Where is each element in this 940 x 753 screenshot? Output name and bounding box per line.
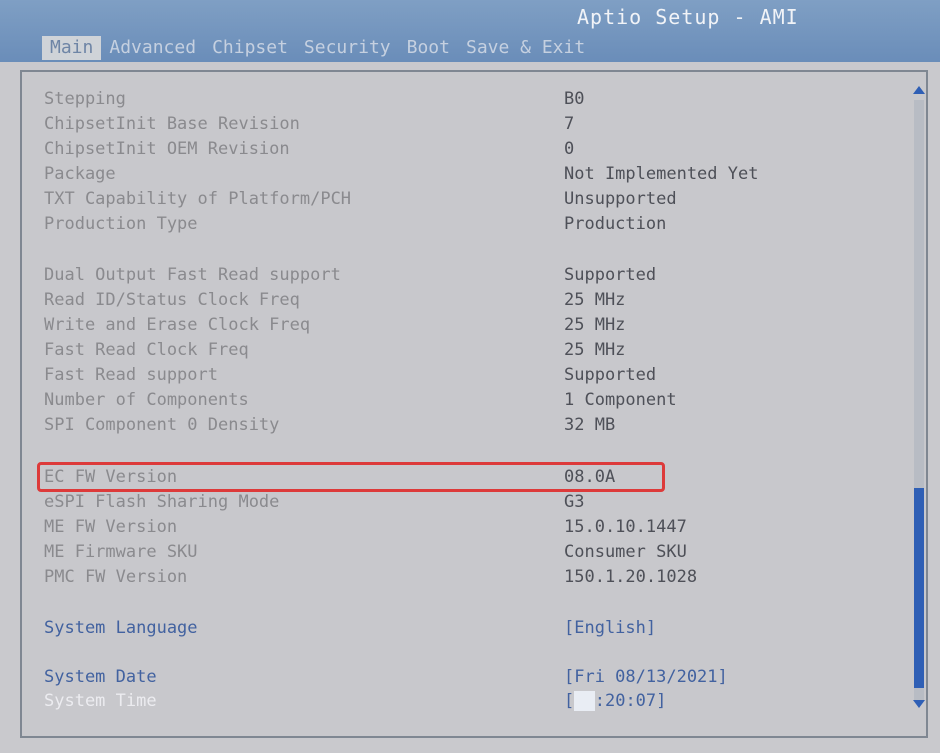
row-label: TXT Capability of Platform/PCH xyxy=(44,189,352,209)
row-label: Production Type xyxy=(44,214,198,234)
language-select[interactable]: [English] xyxy=(564,616,656,641)
row-label: SPI Component 0 Density xyxy=(44,415,280,435)
row-label: Package xyxy=(44,164,116,184)
row-value: 25 MHz xyxy=(564,315,626,335)
row-system-date[interactable]: System Date [Fri 08/13/2021] xyxy=(44,665,884,690)
row-num-components: Number of Components 1 Component xyxy=(44,388,884,413)
row-value: B0 xyxy=(564,89,585,109)
row-label: Read ID/Status Clock Freq xyxy=(44,290,300,310)
row-dual-output: Dual Output Fast Read support Supported xyxy=(44,263,884,288)
row-value: Supported xyxy=(564,265,657,285)
row-system-time[interactable]: System Time [10:20:07] xyxy=(44,689,884,714)
row-write-erase-freq: Write and Erase Clock Freq 25 MHz xyxy=(44,313,884,338)
row-label: System Date xyxy=(44,667,157,687)
scrollbar-thumb[interactable] xyxy=(914,488,924,688)
row-label: PMC FW Version xyxy=(44,567,188,587)
row-system-language[interactable]: System Language [English] xyxy=(44,616,884,641)
time-field[interactable]: [10:20:07] xyxy=(564,689,666,714)
row-value: 25 MHz xyxy=(564,340,626,360)
row-label: Stepping xyxy=(44,89,126,109)
row-production-type: Production Type Production xyxy=(44,212,884,237)
date-field[interactable]: [Fri 08/13/2021] xyxy=(564,665,728,690)
row-value: 0 xyxy=(564,139,575,159)
time-bracket-open: [ xyxy=(564,691,575,711)
row-read-id-freq: Read ID/Status Clock Freq 25 MHz xyxy=(44,288,884,313)
row-value: Not Implemented Yet xyxy=(564,164,759,184)
row-value: Unsupported xyxy=(564,189,677,209)
row-label: System Language xyxy=(44,618,198,638)
time-rest: :20:07] xyxy=(594,691,667,711)
row-value: 1 Component xyxy=(564,390,677,410)
tab-main[interactable]: Main xyxy=(42,36,102,60)
row-label: ChipsetInit Base Revision xyxy=(44,114,300,134)
row-spi-density: SPI Component 0 Density 32 MB xyxy=(44,413,884,438)
row-stepping: Stepping B0 xyxy=(44,87,884,112)
row-label: Number of Components xyxy=(44,390,249,410)
row-label: Dual Output Fast Read support xyxy=(44,265,341,285)
scroll-up-arrow-icon[interactable] xyxy=(913,86,925,94)
row-value: Supported xyxy=(564,365,657,385)
window-title: Aptio Setup - AMI xyxy=(577,5,799,29)
row-value: 7 xyxy=(564,114,575,134)
title-bar: Aptio Setup - AMI Main Advanced Chipset … xyxy=(0,0,940,62)
row-label: Fast Read support xyxy=(44,365,218,385)
row-value: 15.0.10.1447 xyxy=(564,517,687,537)
row-package: Package Not Implemented Yet xyxy=(44,162,884,187)
row-label: ME FW Version xyxy=(44,517,178,537)
row-txt-capability: TXT Capability of Platform/PCH Unsupport… xyxy=(44,187,884,212)
ec-fw-highlight-box xyxy=(37,462,665,492)
row-espi-flash-sharing: eSPI Flash Sharing Mode G3 xyxy=(44,490,884,515)
row-pmc-fw-version: PMC FW Version 150.1.20.1028 xyxy=(44,565,884,590)
tab-chipset[interactable]: Chipset xyxy=(204,36,296,60)
time-hour-selected[interactable]: 10 xyxy=(574,691,595,711)
row-fast-read-support: Fast Read support Supported xyxy=(44,363,884,388)
row-label: System Time xyxy=(44,691,157,711)
row-me-firmware-sku: ME Firmware SKU Consumer SKU xyxy=(44,540,884,565)
row-label: eSPI Flash Sharing Mode xyxy=(44,492,280,512)
row-value: Consumer SKU xyxy=(564,542,687,562)
row-value: 25 MHz xyxy=(564,290,626,310)
tab-bar: Main Advanced Chipset Security Boot Save… xyxy=(42,36,593,60)
tab-save-exit[interactable]: Save & Exit xyxy=(458,36,593,60)
tab-security[interactable]: Security xyxy=(296,36,399,60)
tab-advanced[interactable]: Advanced xyxy=(101,36,204,60)
row-label: ME Firmware SKU xyxy=(44,542,198,562)
row-value: G3 xyxy=(564,492,585,512)
row-value: 150.1.20.1028 xyxy=(564,567,698,587)
row-value: Production xyxy=(564,214,667,234)
row-label: Write and Erase Clock Freq xyxy=(44,315,311,335)
row-label: Fast Read Clock Freq xyxy=(44,340,249,360)
scroll-down-arrow-icon[interactable] xyxy=(913,700,925,708)
row-label: ChipsetInit OEM Revision xyxy=(44,139,290,159)
row-me-fw-version: ME FW Version 15.0.10.1447 xyxy=(44,515,884,540)
row-fast-read-freq: Fast Read Clock Freq 25 MHz xyxy=(44,338,884,363)
row-chipsetinit-oem: ChipsetInit OEM Revision 0 xyxy=(44,137,884,162)
row-value: 32 MB xyxy=(564,415,616,435)
row-chipsetinit-base: ChipsetInit Base Revision 7 xyxy=(44,112,884,137)
tab-boot[interactable]: Boot xyxy=(399,36,458,60)
